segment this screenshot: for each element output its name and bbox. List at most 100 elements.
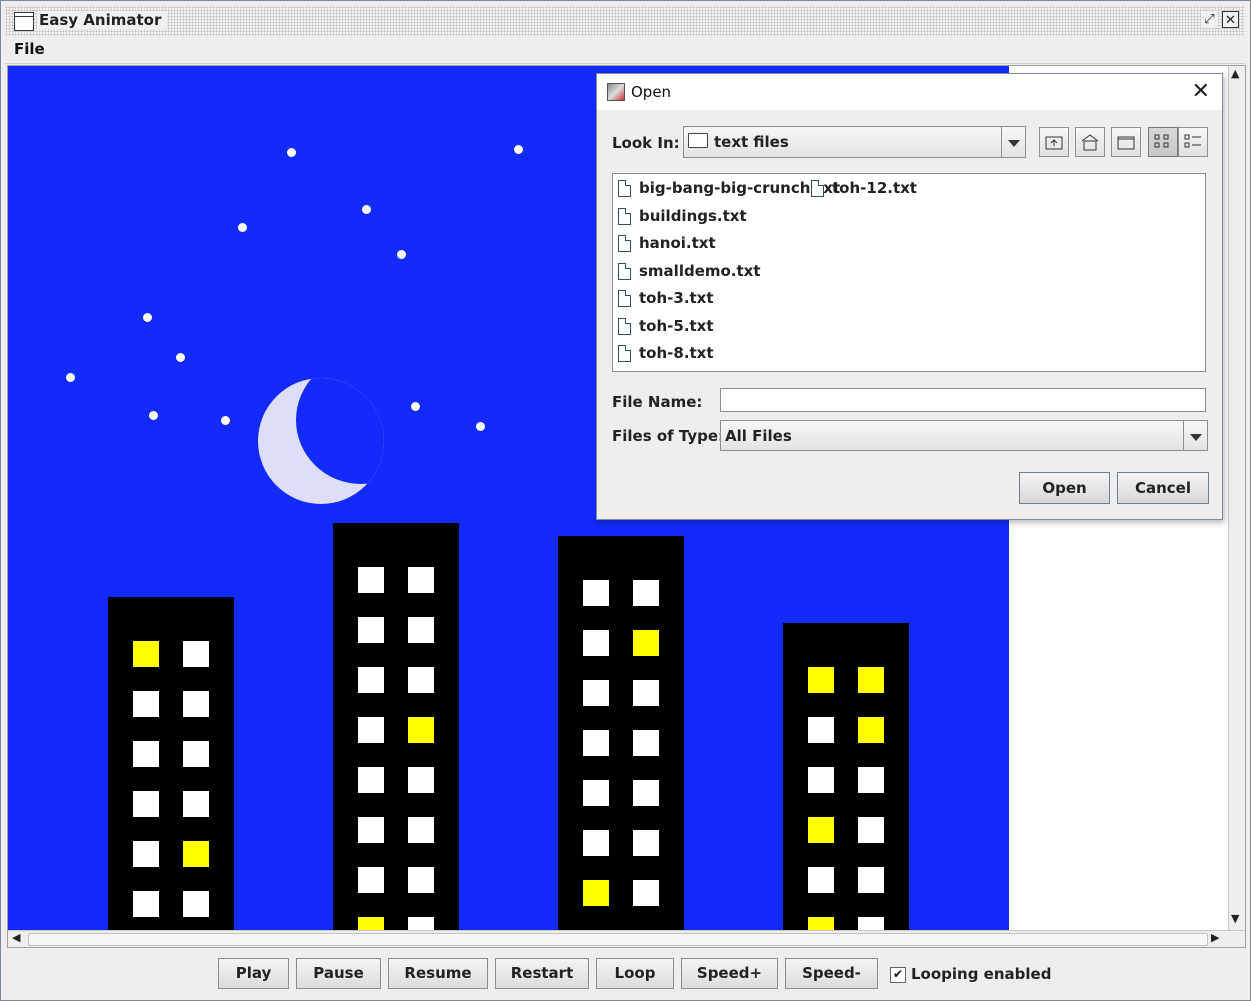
open-button[interactable]: Open [1019, 472, 1110, 504]
lit-window [858, 667, 884, 693]
window [808, 767, 834, 793]
star [221, 416, 230, 425]
file-item[interactable]: hanoi.txt [618, 233, 716, 253]
file-icon [618, 263, 631, 280]
file-icon [618, 235, 631, 252]
window [583, 780, 609, 806]
window [858, 867, 884, 893]
star [397, 250, 406, 259]
window [358, 767, 384, 793]
window [583, 680, 609, 706]
file-icon [618, 318, 631, 335]
cancel-button[interactable]: Cancel [1117, 472, 1209, 504]
file-name-field[interactable] [720, 388, 1206, 412]
window [358, 867, 384, 893]
star [476, 422, 485, 431]
details-view-button[interactable] [1178, 127, 1208, 157]
file-list[interactable]: big-bang-big-crunch.txt buildings.txt ha… [612, 173, 1206, 372]
window [408, 567, 434, 593]
window [358, 567, 384, 593]
star [514, 145, 523, 154]
window [133, 841, 159, 867]
window [633, 880, 659, 906]
lit-window [133, 641, 159, 667]
window [183, 741, 209, 767]
window [858, 767, 884, 793]
file-item[interactable]: buildings.txt [618, 206, 747, 226]
file-name-label: File Name: [612, 393, 703, 411]
file-item[interactable]: toh-5.txt [618, 316, 714, 336]
window [183, 791, 209, 817]
speed-down-button[interactable]: Speed- [785, 958, 878, 989]
scroll-left-icon[interactable]: ◀ [12, 931, 20, 944]
close-icon[interactable]: ✕ [1222, 11, 1239, 28]
window [358, 717, 384, 743]
window [133, 891, 159, 917]
loop-button[interactable]: Loop [596, 958, 674, 989]
open-file-dialog: Open ✕ Look In: text files big-bang-big-… [596, 73, 1223, 520]
java-icon [607, 83, 625, 101]
lit-window [808, 817, 834, 843]
look-in-label: Look In: [612, 134, 680, 152]
details-view-icon [1184, 134, 1201, 148]
file-item[interactable]: smalldemo.txt [618, 261, 761, 281]
scroll-up-icon[interactable]: ▲ [1231, 67, 1239, 80]
window [633, 730, 659, 756]
restore-icon[interactable]: ⤢ [1201, 11, 1218, 28]
window [858, 917, 884, 931]
window [408, 667, 434, 693]
star [362, 205, 371, 214]
lit-window [183, 841, 209, 867]
building [108, 597, 234, 931]
up-one-level-button[interactable] [1039, 127, 1069, 157]
folder-icon [688, 133, 708, 148]
lit-window [858, 717, 884, 743]
star [411, 402, 420, 411]
chevron-down-icon[interactable] [1183, 421, 1207, 450]
looping-checkbox[interactable]: ✔ [890, 967, 906, 983]
list-view-button[interactable] [1148, 127, 1178, 157]
window [133, 791, 159, 817]
window [583, 580, 609, 606]
window [133, 691, 159, 717]
lit-window [808, 917, 834, 931]
look-in-combo[interactable]: text files [683, 126, 1026, 158]
file-item[interactable]: toh-8.txt [618, 343, 714, 363]
speed-up-button[interactable]: Speed+ [681, 958, 778, 989]
window [358, 817, 384, 843]
files-of-type-combo[interactable]: All Files [720, 420, 1208, 451]
title-bar[interactable]: Easy Animator ⤢ ✕ [5, 6, 1245, 36]
window [583, 630, 609, 656]
file-item[interactable]: big-bang-big-crunch.txt [618, 178, 840, 198]
play-button[interactable]: Play [218, 958, 289, 989]
resume-button[interactable]: Resume [388, 958, 488, 989]
horizontal-scroll-thumb[interactable] [28, 933, 1208, 946]
pause-button[interactable]: Pause [296, 958, 381, 989]
lit-window [633, 630, 659, 656]
dialog-title-bar[interactable]: Open ✕ [597, 74, 1222, 110]
window-title: Easy Animator [37, 11, 168, 29]
dialog-close-icon[interactable]: ✕ [1192, 79, 1210, 104]
window [358, 617, 384, 643]
file-item[interactable]: toh-12.txt [811, 178, 917, 198]
menu-file[interactable]: File [14, 40, 45, 58]
chevron-down-icon[interactable] [1001, 127, 1025, 157]
star [238, 223, 247, 232]
playback-controls: Play Pause Resume Restart Loop Speed+ Sp… [1, 951, 1251, 999]
new-folder-button[interactable] [1111, 127, 1141, 157]
scroll-down-icon[interactable]: ▼ [1231, 912, 1239, 925]
scroll-right-icon[interactable]: ▶ [1211, 931, 1219, 944]
window [808, 867, 834, 893]
restart-button[interactable]: Restart [495, 958, 589, 989]
up-one-level-icon [1045, 136, 1063, 150]
file-icon [618, 180, 631, 197]
moon [258, 378, 384, 504]
file-item[interactable]: toh-3.txt [618, 288, 714, 308]
star [66, 373, 75, 382]
window [358, 667, 384, 693]
horizontal-scrollbar[interactable]: ◀ ▶ [8, 930, 1245, 947]
home-button[interactable] [1075, 127, 1105, 157]
looping-label: Looping enabled [911, 965, 1052, 983]
vertical-scrollbar[interactable]: ▲ ▼ [1228, 66, 1245, 931]
window [183, 641, 209, 667]
